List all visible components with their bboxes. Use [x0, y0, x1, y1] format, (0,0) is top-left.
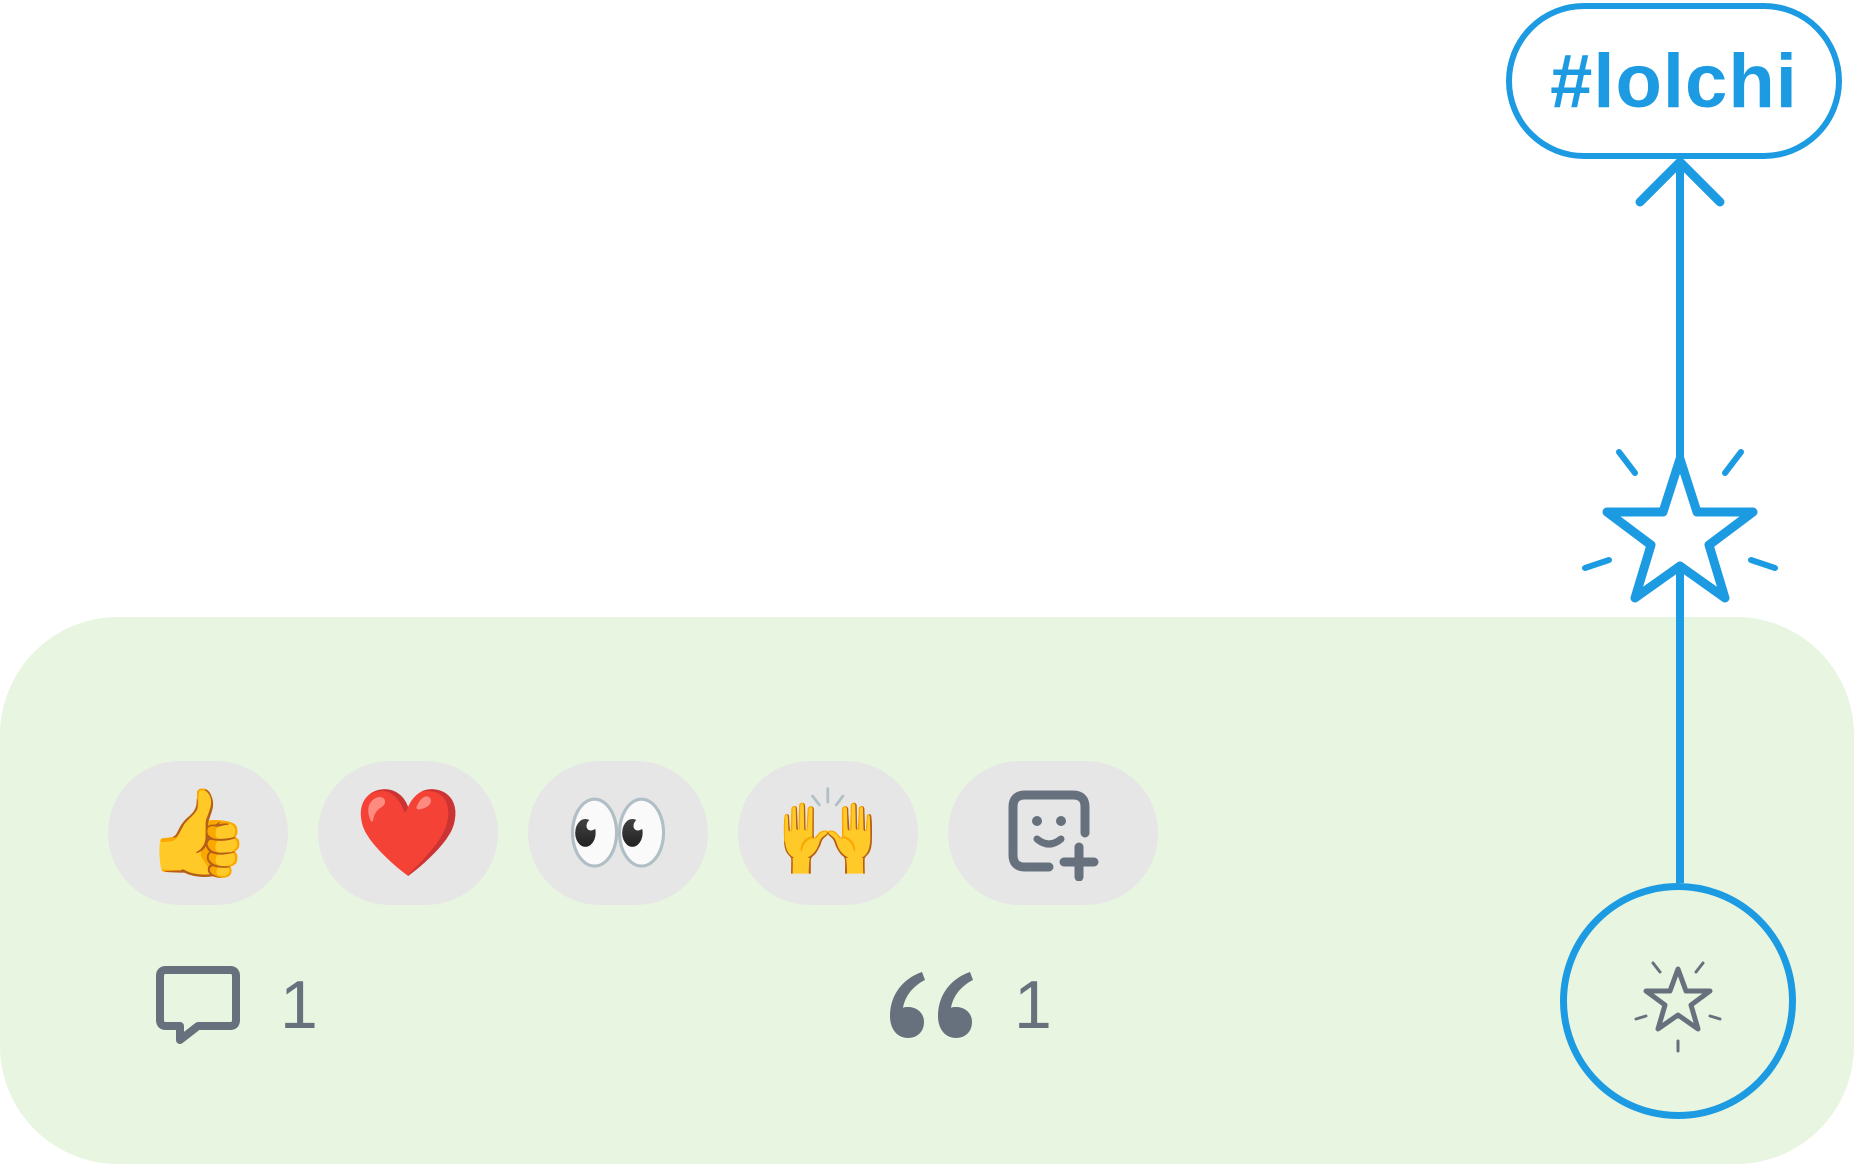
- post-actions-panel: [0, 617, 1854, 1164]
- post-footer-stage: 👍 ❤️ 👀 🙌 1 1 #lolchi: [0, 0, 1854, 1164]
- eyes-emoji: 👀: [564, 783, 672, 883]
- hashtag-label: #lolchi: [1506, 3, 1842, 159]
- comment-icon: [156, 966, 240, 1044]
- quotes-stat[interactable]: 1: [886, 965, 1052, 1045]
- add-reaction-button[interactable]: [948, 761, 1158, 905]
- reaction-heart[interactable]: ❤️: [318, 761, 498, 905]
- sparkle-star-annotation-icon: [1582, 449, 1778, 603]
- comments-count: 1: [280, 967, 318, 1043]
- raising-hands-emoji: 🙌: [774, 783, 882, 883]
- reaction-raising-hands[interactable]: 🙌: [738, 761, 918, 905]
- sparkle-star-icon: [1634, 961, 1722, 1053]
- arrow-head: [1635, 157, 1725, 207]
- quote-icon: [890, 972, 973, 1038]
- add-reaction-icon: [1008, 790, 1099, 881]
- reaction-thumbs-up[interactable]: 👍: [108, 761, 288, 905]
- heart-emoji: ❤️: [354, 783, 462, 883]
- thumbs-up-emoji: 👍: [144, 783, 252, 883]
- quotes-count: 1: [1014, 967, 1052, 1043]
- reaction-eyes[interactable]: 👀: [528, 761, 708, 905]
- comments-stat[interactable]: 1: [154, 965, 318, 1045]
- boost-button[interactable]: [1560, 883, 1796, 1119]
